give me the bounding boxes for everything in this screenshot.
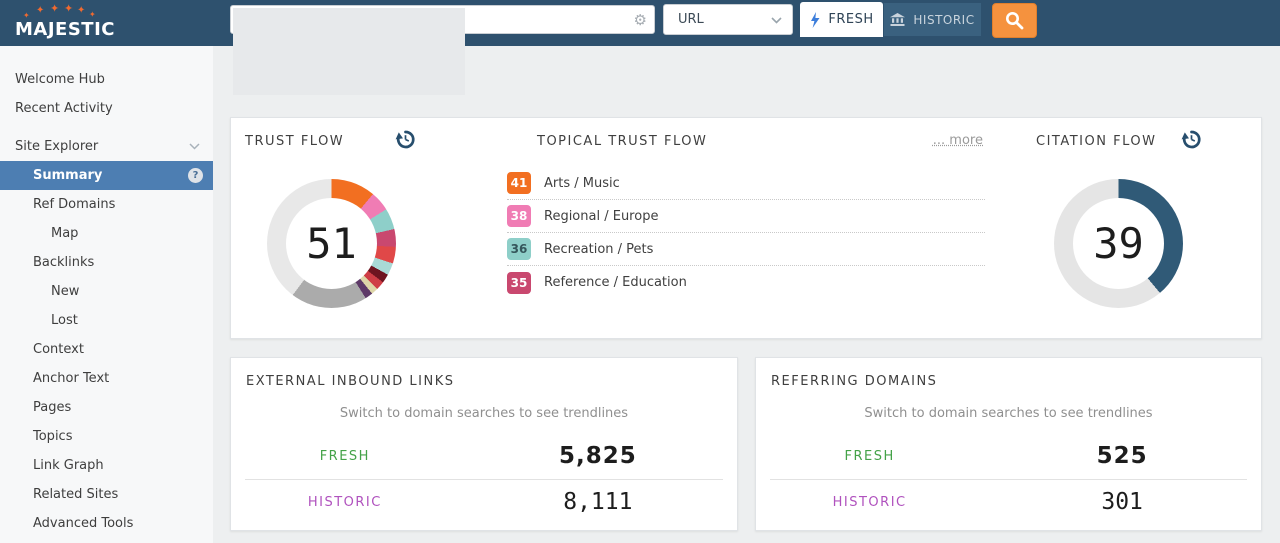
topical-row[interactable]: 36 Recreation / Pets	[507, 233, 985, 266]
sidebar-item-label: Site Explorer	[15, 139, 99, 154]
trust-flow-title: TRUST FLOW	[245, 134, 345, 149]
lightning-bolt-icon	[811, 11, 820, 28]
sidebar-nav: Welcome Hub Recent Activity Site Explore…	[0, 46, 213, 543]
logo-star-icon: ✦	[89, 10, 96, 19]
topic-label: Reference / Education	[544, 275, 687, 290]
historic-stat-row: HISTORIC 301	[756, 480, 1261, 524]
citation-flow-donut-chart: 39	[1054, 179, 1183, 308]
topic-score-badge: 35	[507, 271, 531, 294]
historic-label[interactable]: HISTORIC	[231, 495, 459, 510]
topic-score-badge: 36	[507, 238, 531, 260]
sidebar-item-recent-activity[interactable]: Recent Activity	[0, 94, 213, 123]
topic-score-badge: 38	[507, 205, 531, 227]
trust-flow-history-icon[interactable]	[395, 129, 416, 154]
redacted-search-query-region	[233, 8, 465, 95]
sidebar-item-related-sites[interactable]: Related Sites	[0, 480, 213, 509]
historic-value: 301	[1101, 489, 1143, 515]
fresh-stat-row: FRESH 5,825	[231, 434, 737, 478]
fresh-label[interactable]: FRESH	[231, 449, 459, 464]
historic-button-label: HISTORIC	[913, 12, 975, 27]
citation-flow-title: CITATION FLOW	[1036, 134, 1157, 149]
sidebar-item-link-graph[interactable]: Link Graph	[0, 451, 213, 480]
fresh-stat-row: FRESH 525	[756, 434, 1261, 478]
sidebar-item-label: Summary	[33, 168, 103, 183]
chevron-down-icon	[189, 143, 200, 150]
search-settings-gear-icon[interactable]: ⚙	[634, 10, 647, 30]
citation-flow-value: 39	[1093, 219, 1144, 268]
main-content: TRUST FLOW 51 TOPICAL TRUST FLOW ... mor…	[213, 46, 1280, 543]
external-links-title: EXTERNAL INBOUND LINKS	[246, 374, 455, 389]
fresh-button-label: FRESH	[828, 12, 874, 27]
historic-label[interactable]: HISTORIC	[756, 495, 983, 510]
fresh-value: 5,825	[558, 443, 637, 469]
historic-index-button[interactable]: HISTORIC	[884, 3, 981, 36]
logo-star-icon: ✦	[77, 5, 86, 16]
fresh-label[interactable]: FRESH	[756, 449, 983, 464]
sidebar-item-anchor-text[interactable]: Anchor Text	[0, 364, 213, 393]
chevron-down-icon	[771, 17, 782, 24]
topical-trust-flow-list: 41 Arts / Music 38 Regional / Europe 36 …	[507, 167, 985, 299]
bank-icon	[890, 13, 906, 26]
trendlines-note: Switch to domain searches to see trendli…	[339, 406, 629, 421]
sidebar-item-context[interactable]: Context	[0, 335, 213, 364]
topical-trust-flow-title: TOPICAL TRUST FLOW	[537, 134, 708, 149]
sidebar-item-lost[interactable]: Lost	[0, 306, 213, 335]
logo-star-icon: ✦	[64, 2, 74, 15]
fresh-value: 525	[1096, 443, 1148, 469]
majestic-site-explorer-page: ✦ ✦ ✦ ✦ ✦ ✦ MAJESTIC ⚙ URL FRESH HISTORI…	[0, 0, 1280, 543]
topic-label: Recreation / Pets	[544, 241, 654, 257]
external-inbound-links-card: EXTERNAL INBOUND LINKS Switch to domain …	[230, 357, 738, 531]
search-submit-button[interactable]	[992, 3, 1037, 38]
search-magnifier-icon	[1006, 12, 1024, 30]
flow-metrics-card: TRUST FLOW 51 TOPICAL TRUST FLOW ... mor…	[230, 117, 1262, 339]
topic-label: Arts / Music	[544, 175, 620, 191]
url-type-selected-value: URL	[678, 12, 704, 27]
sidebar-item-map[interactable]: Map	[0, 219, 213, 248]
topic-score-badge: 41	[507, 172, 531, 194]
sidebar-item-topics[interactable]: Topics	[0, 422, 213, 451]
sidebar-item-pages[interactable]: Pages	[0, 393, 213, 422]
citation-flow-history-icon[interactable]	[1181, 129, 1202, 154]
sidebar-item-ref-domains[interactable]: Ref Domains	[0, 190, 213, 219]
trendlines-note: Switch to domain searches to see trendli…	[864, 406, 1153, 421]
help-question-icon[interactable]: ?	[188, 168, 203, 183]
trust-flow-value: 51	[306, 219, 357, 268]
logo-wordmark: MAJESTIC	[15, 19, 115, 40]
topical-row[interactable]: 38 Regional / Europe	[507, 200, 985, 233]
majestic-logo[interactable]: ✦ ✦ ✦ ✦ ✦ ✦ MAJESTIC	[15, 2, 125, 44]
logo-star-icon: ✦	[50, 2, 60, 15]
sidebar-item-site-explorer[interactable]: Site Explorer	[0, 132, 213, 161]
topical-more-link[interactable]: ... more	[933, 133, 983, 148]
referring-domains-card: REFERRING DOMAINS Switch to domain searc…	[755, 357, 1262, 531]
topical-row[interactable]: 35 Reference / Education	[507, 266, 985, 299]
fresh-index-button[interactable]: FRESH	[800, 2, 883, 37]
sidebar-item-summary[interactable]: Summary ?	[0, 161, 213, 190]
historic-value: 8,111	[563, 489, 633, 515]
top-bar: ✦ ✦ ✦ ✦ ✦ ✦ MAJESTIC ⚙ URL FRESH HISTORI…	[0, 0, 1280, 46]
sidebar-item-advanced-tools[interactable]: Advanced Tools	[0, 509, 213, 538]
sidebar-item-backlinks[interactable]: Backlinks	[0, 248, 213, 277]
sidebar-item-welcome-hub[interactable]: Welcome Hub	[0, 65, 213, 94]
historic-stat-row: HISTORIC 8,111	[231, 480, 737, 524]
topical-row[interactable]: 41 Arts / Music	[507, 167, 985, 200]
referring-domains-title: REFERRING DOMAINS	[771, 374, 938, 389]
logo-star-icon: ✦	[36, 5, 45, 16]
trust-flow-donut-chart: 51	[267, 179, 396, 308]
sidebar-item-new[interactable]: New	[0, 277, 213, 306]
url-type-dropdown[interactable]: URL	[663, 4, 793, 35]
topic-label: Regional / Europe	[544, 208, 659, 224]
